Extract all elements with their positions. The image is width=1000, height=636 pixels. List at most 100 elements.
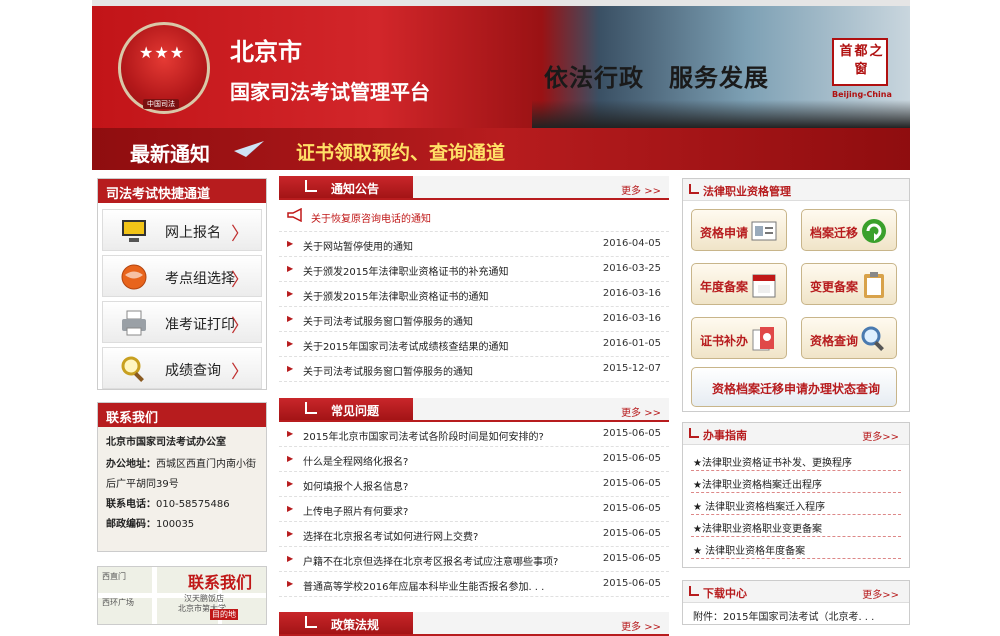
list-item[interactable]: ▶ 上传电子照片有何要求? 2015-06-05 [279,497,669,522]
list-item-date: 2016-04-05 [602,238,661,249]
qualification-query-button[interactable]: 资格查询 [801,317,897,359]
zip-value: 100035 [156,519,195,530]
chevron-right-icon: 〉 [231,270,249,291]
list-item[interactable]: ▶ 关于网站暂停使用的通知 2016-04-05 [279,232,669,257]
list-item[interactable]: ▶ 户籍不在北京但选择在北京考区报名考试应注意哪些事项? 2015-06-05 [279,547,669,572]
list-item[interactable]: ▶ 关于2015年国家司法考试成绩核查结果的通知 2016-01-05 [279,332,669,357]
bullet-icon: ▶ [287,339,294,348]
banner-crowd-image [532,100,910,128]
address-label: 办公地址： [106,459,156,470]
id-card-icon [751,221,777,241]
list-item[interactable]: ▶ 关于颁发2015年法律职业资格证书的补充通知 2016-03-25 [279,257,669,282]
policy-more-link[interactable]: 更多 >> [621,618,661,633]
notice-list: ▶ 关于网站暂停使用的通知 2016-04-05 ▶ 关于颁发2015年法律职业资格证书… [279,232,669,382]
return-arrow-icon [305,402,317,414]
list-item-title: 关于司法考试服务窗口暂停服务的通知 [303,317,473,328]
banner-slogan: 依法行政 服务发展 [544,64,769,92]
bullet-icon: ▶ [287,554,294,563]
faq-section: 常见问题 更多 >> ▶ 2015年北京市国家司法考试各阶段时间是如何安排的? 20… [279,398,669,597]
list-item-title: 关于颁发2015年法律职业资格证书的补充通知 [303,267,509,278]
faq-more-link[interactable]: 更多 >> [621,404,661,419]
qualification-panel: 法律职业资格管理 资格申请 档案迁移 年度备案 变更备案 证书补办 资格查询 资… [682,178,910,412]
list-item[interactable]: ▶ 关于司法考试服务窗口暂停服务的通知 2015-12-07 [279,357,669,382]
online-register-button[interactable]: 网上报名 〉 [102,209,262,251]
guide-item-label: ★法律职业资格职业变更备案 [693,524,822,535]
archive-transfer-status-button[interactable]: 资格档案迁移申请办理状态查询 [691,367,897,407]
map-title: 联系我们 [188,573,253,592]
qual-button-label: 年度备案 [700,280,749,294]
guide-item[interactable]: ★ 法律职业资格档案迁入程序 [691,493,901,515]
guide-item[interactable]: ★ 法律职业资格年度备案 [691,537,901,559]
archive-transfer-button[interactable]: 档案迁移 [801,209,897,251]
change-filing-button[interactable]: 变更备案 [801,263,897,305]
notice-more-link[interactable]: 更多 >> [621,182,661,197]
annual-filing-button[interactable]: 年度备案 [691,263,787,305]
download-more-link[interactable]: 更多>> [862,586,899,601]
policy-tab[interactable]: 政策法规 [279,612,413,634]
list-item-title: 如何填报个人报名信息? [303,482,409,493]
list-item-date: 2015-06-05 [602,478,661,489]
map-label: 西环广场 [102,598,134,607]
return-arrow-icon [305,616,317,628]
location-map[interactable]: 联系我们 西直门 西环广场 汉天鹏饭店 北京市第大学 目的地 [97,566,267,625]
list-item-date: 2015-12-07 [602,363,661,374]
certificate-link[interactable]: 证书领取预约、查询通道 [296,138,505,165]
capital-window-logo[interactable]: 首都之窗 [832,38,888,86]
quick-item-label: 准考证打印 [165,317,235,333]
admission-print-button[interactable]: 准考证打印 〉 [102,301,262,343]
policy-header: 政策法规 更多 >> [279,612,669,636]
chevron-right-icon: 〉 [231,362,249,383]
guide-item[interactable]: 附件：2015年国家司法考试（北京考. . . [691,603,901,625]
list-item-date: 2015-06-05 [602,453,661,464]
top-stripe [92,0,910,6]
list-item-date: 2015-06-05 [602,553,661,564]
policy-tab-label: 政策法规 [331,618,380,632]
bullet-icon: ▶ [287,364,294,373]
guide-item-label: ★法律职业资格证书补发、更换程序 [693,458,852,469]
printer-icon [122,310,146,336]
list-item[interactable]: ▶ 选择在北京报名考试如何进行网上交费? 2015-06-05 [279,522,669,547]
globe-icon [121,264,147,290]
bullet-icon: ▶ [287,579,294,588]
list-item[interactable]: ▶ 什么是全程网络化报名? 2015-06-05 [279,447,669,472]
emblem-label: 中国司法 [143,99,179,109]
qualification-title: 法律职业资格管理 [703,185,791,198]
guide-list: ★法律职业资格证书补发、更换程序 ★法律职业资格档案迁出程序 ★ 法律职业资格档案迁… [683,445,909,559]
list-item-title: 什么是全程网络化报名? [303,457,409,468]
guide-item[interactable]: ★法律职业资格职业变更备案 [691,515,901,537]
chevron-right-icon: 〉 [231,316,249,337]
phone-value: 010-58575486 [156,499,230,510]
guide-item-label: 附件：2015年国家司法考试（北京考. . . [693,612,875,623]
list-item-date: 2016-03-16 [602,313,661,324]
notice-tab[interactable]: 通知公告 [279,176,413,198]
site-city: 北京市 [230,38,302,66]
notice-header: 通知公告 更多 >> [279,176,669,200]
exam-site-select-button[interactable]: 考点组选择 〉 [102,255,262,297]
list-item[interactable]: ▶ 普通高等学校2016年应届本科毕业生能否报名参加. . . 2015-06-05 [279,572,669,597]
contact-title: 联系我们 [98,403,266,427]
contact-body: 北京市国家司法考试办公室 办公地址：西城区西直门内南小街后广平胡同39号 联系电… [98,427,266,541]
guide-more-link[interactable]: 更多>> [862,428,899,443]
quick-channel-title: 司法考试快捷通道 [98,179,266,203]
highlight-notice[interactable]: 关于恢复原咨询电话的通知 [279,200,669,232]
list-item[interactable]: ▶ 关于颁发2015年法律职业资格证书的通知 2016-03-16 [279,282,669,307]
quick-channel-panel: 司法考试快捷通道 网上报名 〉 考点组选择 〉 准考证打印 〉 成绩查询 〉 [97,178,267,390]
bullet-icon: ▶ [287,314,294,323]
guide-item[interactable]: ★法律职业资格档案迁出程序 [691,471,901,493]
faq-tab[interactable]: 常见问题 [279,398,413,420]
bullet-icon: ▶ [287,529,294,538]
guide-item[interactable]: ★法律职业资格证书补发、更换程序 [691,449,901,471]
list-item[interactable]: ▶ 2015年北京市国家司法考试各阶段时间是如何安排的? 2015-06-05 [279,422,669,447]
phone-line: 联系电话：010-58575486 [106,495,258,515]
return-arrow-icon [689,586,699,596]
certificate-reissue-button[interactable]: 证书补办 [691,317,787,359]
notice-tab-label: 通知公告 [331,182,380,196]
qualification-apply-button[interactable]: 资格申请 [691,209,787,251]
faq-header: 常见问题 更多 >> [279,398,669,422]
guide-panel: 办事指南 更多>> ★法律职业资格证书补发、更换程序 ★法律职业资格档案迁出程序 ★… [682,422,910,568]
phone-label: 联系电话： [106,499,156,510]
score-query-button[interactable]: 成绩查询 〉 [102,347,262,389]
list-item[interactable]: ▶ 如何填报个人报名信息? 2015-06-05 [279,472,669,497]
list-item[interactable]: ▶ 关于司法考试服务窗口暂停服务的通知 2016-03-16 [279,307,669,332]
list-item-date: 2015-06-05 [602,428,661,439]
